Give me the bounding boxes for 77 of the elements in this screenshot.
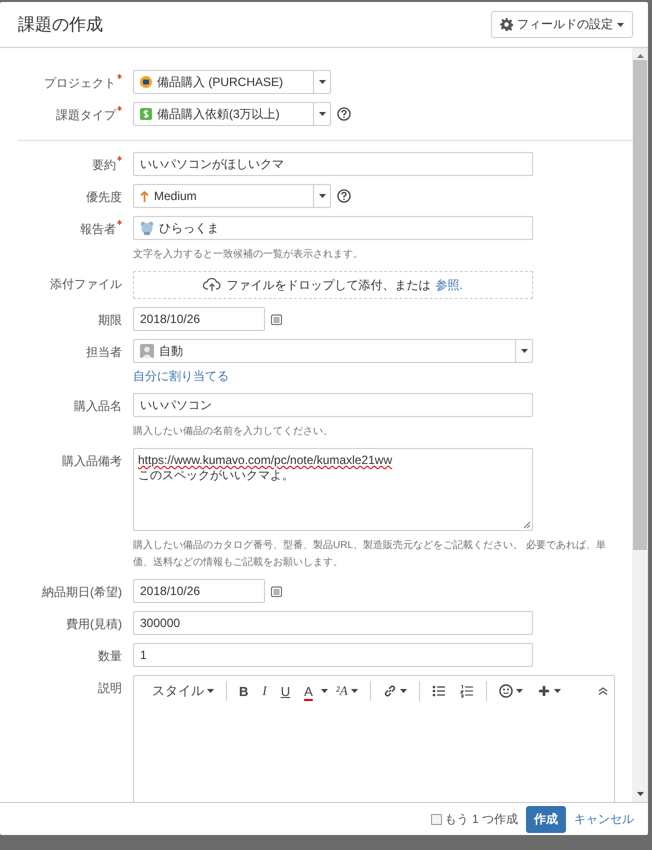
- link-icon: [382, 684, 397, 698]
- user-avatar-icon: [140, 221, 154, 235]
- dropdown-caret-icon: [318, 112, 326, 116]
- caret-icon: [516, 689, 523, 693]
- field-label: 優先度: [86, 189, 122, 206]
- select-field[interactable]: Medium: [133, 184, 331, 208]
- numbered-list-icon: [460, 684, 474, 698]
- field-label: 説明: [98, 680, 122, 697]
- select-field[interactable]: 自動: [133, 339, 533, 363]
- style-dropdown[interactable]: スタイル: [146, 680, 220, 702]
- hint-text: 購入したい備品の名前を入力してください。: [133, 424, 334, 439]
- caret-icon: [400, 689, 407, 693]
- bullet-list-icon: [432, 684, 446, 698]
- select-field[interactable]: 備品購入 (PURCHASE): [133, 70, 331, 94]
- checkbox[interactable]: [430, 814, 442, 824]
- help-icon[interactable]: [337, 107, 351, 121]
- dropdown-caret-icon: [318, 194, 326, 198]
- project-avatar-icon: [140, 76, 152, 88]
- settings-icon: [500, 18, 513, 31]
- user-avatar-icon: [140, 344, 154, 358]
- dialog-title: 課題の作成: [18, 14, 103, 36]
- select-field[interactable]: 備品購入依頼(3万以上): [133, 102, 331, 126]
- field-label: プロジェクト: [44, 75, 116, 92]
- field-label: 報告者: [80, 221, 116, 238]
- text-color-caret-icon: [320, 689, 328, 693]
- field-label: 数量: [98, 648, 122, 665]
- user-field[interactable]: ひらっくま: [133, 216, 533, 240]
- caret-icon: [350, 689, 358, 693]
- field-label: 課題タイプ: [56, 107, 116, 124]
- calendar-icon[interactable]: [271, 586, 282, 596]
- browse-link[interactable]: 参照.: [435, 276, 463, 294]
- field-label: 納品期日(希望): [42, 584, 122, 601]
- input-field[interactable]: いいパソコン: [133, 393, 533, 417]
- hint-text: 購入したい備品のカタログ番号、型番、製品URL、製造販売元などをご記載ください。 必要であれば、単価、送料などの情報もご記載をお願いします。: [133, 538, 607, 570]
- field-label: 費用(見積): [66, 616, 122, 633]
- resize-grip-icon[interactable]: [523, 521, 531, 529]
- scroll-down-icon[interactable]: [636, 792, 644, 796]
- insert-plus-icon: [536, 684, 551, 698]
- emoji-icon: [498, 684, 513, 698]
- text-color-button[interactable]: A: [298, 682, 319, 700]
- calendar-icon[interactable]: [271, 314, 282, 324]
- date-field[interactable]: 2018/10/26: [133, 579, 265, 603]
- underline-button[interactable]: U: [274, 682, 296, 700]
- caret-icon: [554, 689, 561, 693]
- issue-type-icon: [140, 108, 152, 120]
- input-field[interactable]: 300000: [133, 611, 533, 635]
- date-field[interactable]: 2018/10/26: [133, 307, 265, 331]
- scroll-up-icon[interactable]: [636, 54, 644, 58]
- italic-button[interactable]: I: [256, 681, 273, 701]
- checkbox-label: もう 1 つ作成: [444, 810, 518, 828]
- font-size-button[interactable]: ²A: [330, 681, 364, 701]
- assign-to-me-link[interactable]: 自分に割り当てる: [133, 368, 533, 385]
- field-label: 添付ファイル: [50, 276, 122, 293]
- bold-button[interactable]: B: [233, 682, 254, 700]
- help-icon[interactable]: [337, 189, 351, 203]
- file-drop-zone[interactable]: ファイルをドロップして添付、または 参照.: [133, 271, 533, 299]
- dropdown-caret-icon: [318, 80, 326, 84]
- field-label: 購入品備考: [62, 453, 122, 470]
- drop-text: ファイルをドロップして添付、または: [226, 276, 430, 294]
- dropdown-caret-icon: [520, 349, 528, 353]
- field-label: 要約: [92, 157, 116, 174]
- textarea-field[interactable]: https://www.kumavo.com/pc/note/kumaxle21ww このスペックがいいクマよ。: [133, 448, 533, 531]
- input-field[interactable]: 1: [133, 643, 533, 667]
- scrollbar[interactable]: [632, 48, 648, 802]
- field-label: 期限: [98, 312, 122, 329]
- create-button[interactable]: 作成: [526, 806, 566, 832]
- field-label: 担当者: [86, 344, 122, 361]
- priority-arrow-icon: [140, 190, 149, 202]
- collapse-icon[interactable]: [598, 687, 608, 695]
- caret-icon: [617, 22, 624, 26]
- cancel-link[interactable]: キャンセル: [574, 810, 634, 828]
- field-label: 購入品名: [74, 398, 122, 415]
- field-settings-button[interactable]: フィールドの設定: [491, 11, 633, 38]
- hint-text: 文字を入力すると一致候補の一覧が表示されます。: [133, 248, 364, 262]
- cloud-upload-icon: [203, 278, 222, 292]
- input-field[interactable]: いいパソコンがほしいクマ: [133, 152, 533, 176]
- caret-icon: [207, 689, 214, 693]
